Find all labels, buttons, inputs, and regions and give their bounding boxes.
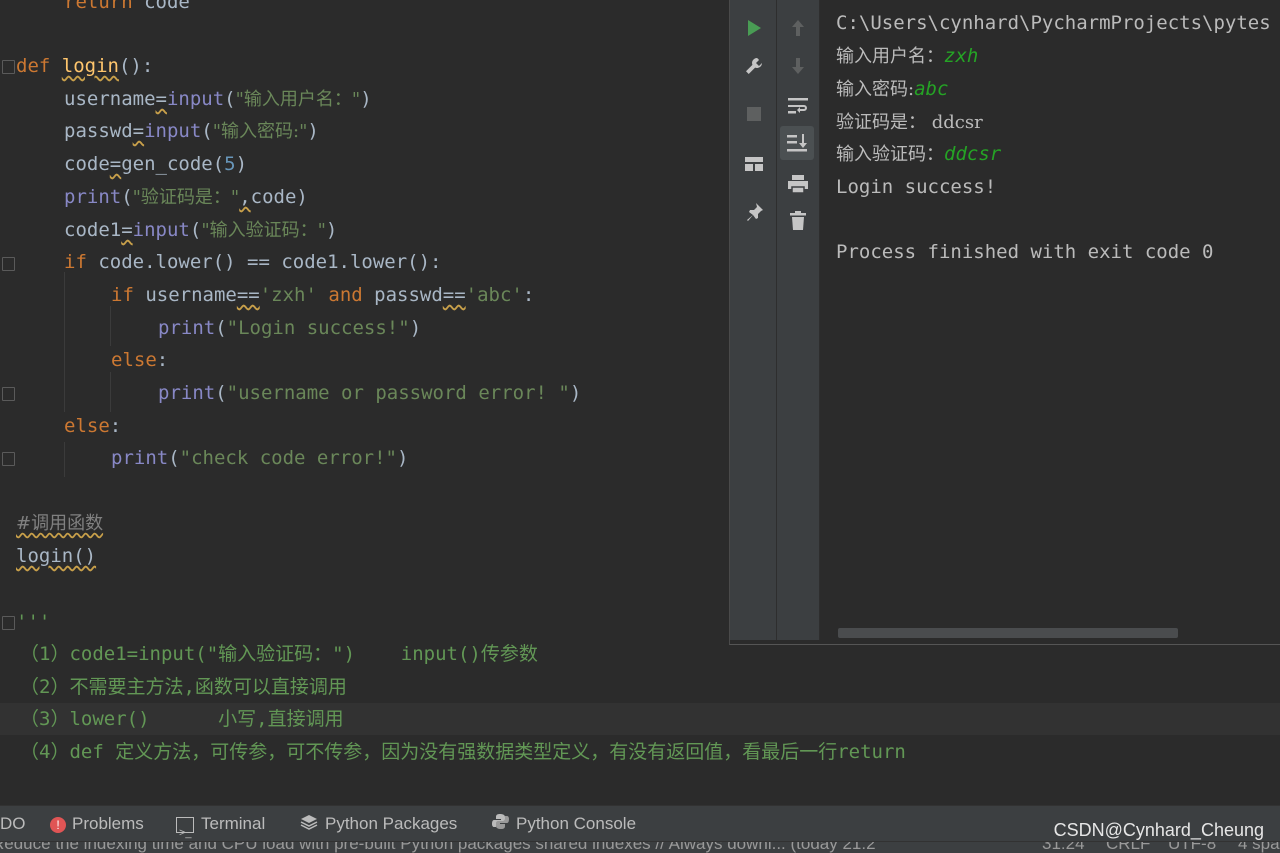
run-icon[interactable] [740, 14, 768, 42]
trash-icon[interactable] [784, 207, 812, 235]
wrench-icon[interactable] [740, 52, 768, 80]
console-line: 输入密码:abc [836, 78, 949, 100]
code-line: code1=input("输入验证码：") [64, 219, 338, 241]
run-tool-window: C:\Users\cynhard\PycharmProjects\pytes 输… [729, 0, 1280, 645]
code-line: username=input("输入用户名：") [64, 88, 372, 110]
code-line: login() [16, 545, 97, 567]
todo-tab[interactable]: DO [0, 806, 26, 842]
code-line: print("username or password error! ") [158, 382, 582, 404]
editor-bottom [0, 770, 1280, 805]
code-line: ''' [16, 611, 51, 633]
console-line-success: Login success! [836, 176, 997, 198]
code-line: （4）def 定义方法，可传参，可不传参，因为没有强数据类型定义，有没有返回值，… [20, 741, 906, 763]
console-line-exit: Process finished with exit code 0 [836, 241, 1214, 263]
run-toolbar-left [730, 0, 777, 640]
code-line: print("验证码是：",code) [64, 186, 308, 208]
indent-guide [64, 442, 65, 477]
terminal-icon: >_ [176, 816, 194, 839]
stop-icon[interactable] [740, 100, 768, 128]
fold-marker[interactable] [2, 387, 15, 401]
code-line: if code.lower() == code1.lower(): [64, 251, 442, 273]
code-line: （2）不需要主方法,函数可以直接调用 [20, 676, 347, 698]
console-line: 输入验证码：ddcsr [836, 143, 1002, 165]
terminal-tab[interactable]: >_ Terminal [176, 806, 265, 842]
problems-label: Problems [72, 814, 144, 833]
indent-guide [64, 272, 65, 412]
watermark: CSDN@Cynhard_Cheung [1053, 820, 1264, 840]
code-line: if username=='zxh' and passwd=='abc': [111, 284, 535, 306]
terminal-label: Terminal [201, 814, 266, 833]
code-line: def login(): [16, 55, 154, 77]
code-line: else: [111, 349, 169, 371]
fold-marker[interactable] [2, 616, 15, 630]
code-line: print("check code error!") [111, 447, 409, 469]
console-line-path: C:\Users\cynhard\PycharmProjects\pytes [836, 12, 1271, 34]
code-line: return code [64, 0, 190, 13]
indent-guide [110, 372, 111, 412]
status-bar: Reduce the indexing time and CPU load wi… [0, 841, 1280, 853]
python-console-tab[interactable]: Python Console [492, 806, 636, 842]
down-arrow-icon[interactable] [784, 52, 812, 80]
layers-icon [300, 807, 318, 843]
fold-marker[interactable] [2, 452, 15, 466]
error-icon: ! [50, 816, 66, 833]
file-encoding[interactable]: UTF-8 [1168, 842, 1216, 853]
code-line: #调用函数 [16, 513, 104, 534]
run-toolbar-right [777, 0, 820, 640]
console-output[interactable]: C:\Users\cynhard\PycharmProjects\pytes 输… [820, 0, 1280, 640]
indent-setting[interactable]: 4 spa [1238, 842, 1280, 853]
print-icon[interactable] [784, 170, 812, 198]
python-packages-label: Python Packages [325, 814, 458, 833]
fold-marker[interactable] [2, 257, 15, 271]
soft-wrap-icon[interactable] [784, 92, 812, 120]
console-line: 验证码是： ddcsr [836, 112, 983, 133]
cursor-position[interactable]: 31:24 [1042, 842, 1085, 853]
problems-tab[interactable]: ! Problems [50, 806, 144, 842]
code-line: print("Login success!") [158, 317, 422, 339]
horizontal-scrollbar[interactable] [838, 628, 1178, 638]
code-line: （1）code1=input("输入验证码：") input()传参数 [20, 643, 538, 665]
line-separator[interactable]: CRLF [1106, 842, 1150, 853]
pin-icon[interactable] [740, 198, 768, 226]
up-arrow-icon[interactable] [784, 14, 812, 42]
python-packages-tab[interactable]: Python Packages [300, 806, 457, 842]
python-icon [492, 807, 509, 843]
python-console-label: Python Console [516, 814, 637, 833]
console-line: 输入用户名：zxh [836, 45, 979, 67]
code-line: else: [64, 415, 122, 437]
indent-guide [110, 306, 111, 346]
layout-icon[interactable] [740, 150, 768, 178]
code-line: passwd=input("输入密码:") [64, 120, 319, 142]
scroll-to-end-icon[interactable] [780, 126, 814, 160]
fold-marker[interactable] [2, 60, 15, 74]
code-line: code=gen_code(5) [64, 153, 248, 175]
status-message[interactable]: Reduce the indexing time and CPU load wi… [0, 842, 876, 853]
code-line: （3）lower() 小写,直接调用 [20, 708, 344, 730]
